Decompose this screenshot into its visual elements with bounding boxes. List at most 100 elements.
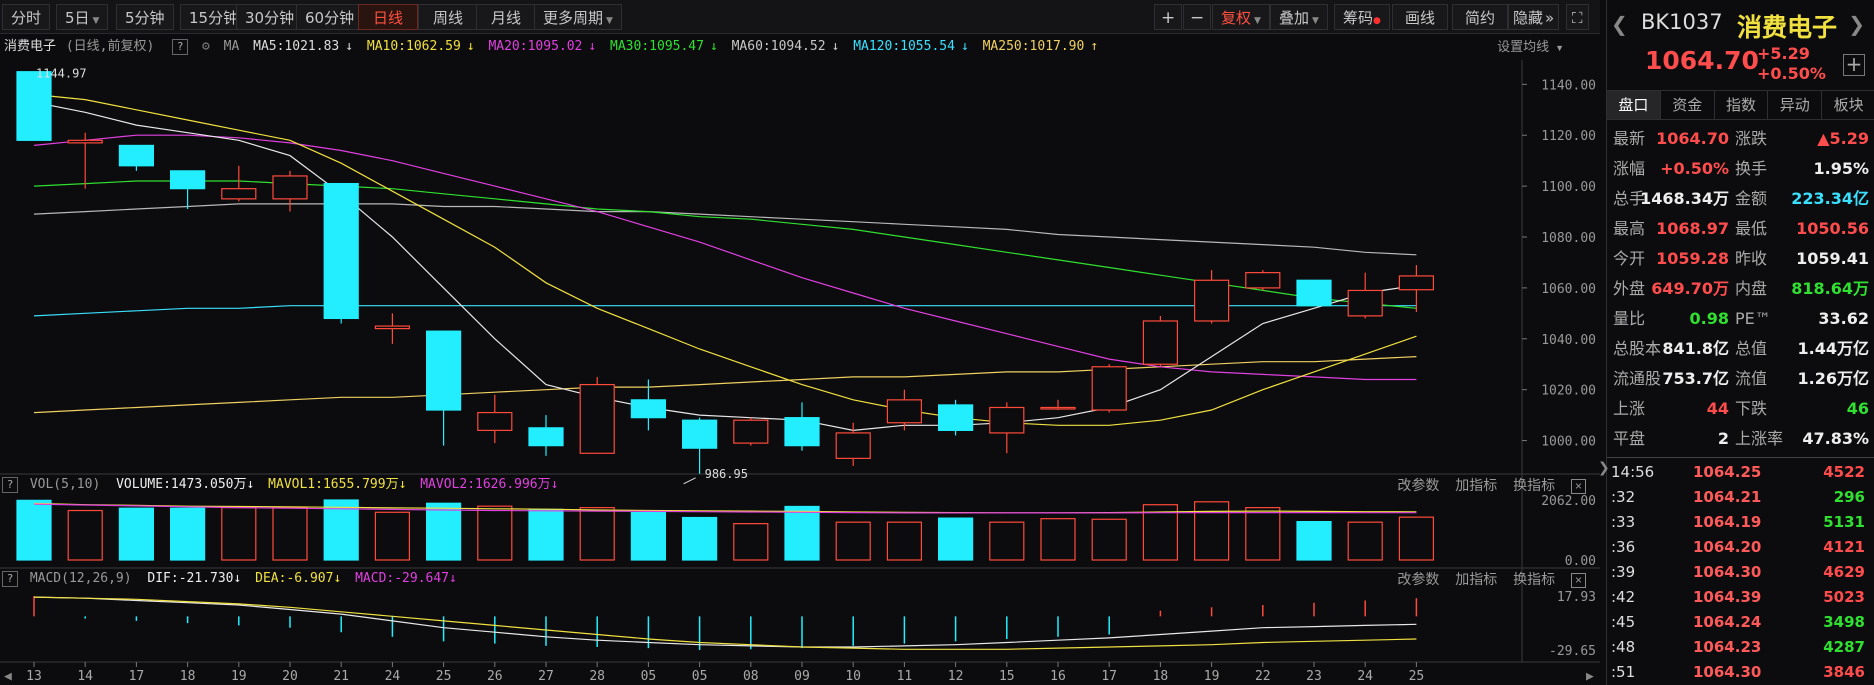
macd-tick-label: -29.65 <box>1549 644 1596 659</box>
help-icon[interactable]: ? <box>2 571 18 587</box>
ma10-line <box>33 93 1417 426</box>
quote-value: 0.98 <box>1689 309 1729 328</box>
ma-settings-button[interactable]: 设置均线 ▼ <box>1497 34 1570 61</box>
ma30-value: MA30:1095.47 <box>610 39 704 54</box>
tick-row: :42 1064.39 5023 <box>1607 585 1874 610</box>
ma5-line <box>33 101 1417 432</box>
tab-pankou[interactable]: 盘口 <box>1607 91 1661 119</box>
arrow-down-icon: ↓ <box>466 39 475 54</box>
add-indicator-button[interactable]: 加指标 <box>1455 477 1497 493</box>
overlay-button[interactable]: 叠加 ▼ <box>1270 4 1328 30</box>
help-icon[interactable]: ? <box>172 39 189 55</box>
tab-zhishu[interactable]: 指数 <box>1715 91 1769 119</box>
macd-tick-label: 17.93 <box>1557 590 1596 605</box>
arrow-down-icon: ↓ <box>550 477 559 492</box>
candle-body <box>118 144 155 167</box>
period-5min[interactable]: 5分钟 <box>116 4 174 30</box>
period-daily[interactable]: 日线 <box>358 4 419 30</box>
tick-time: :32 <box>1611 488 1636 506</box>
add-watchlist-button[interactable]: + <box>1843 54 1865 76</box>
price-tick-label: 1060.00 <box>1541 282 1596 297</box>
candle-body <box>272 175 308 200</box>
tick-row: :45 1064.24 3498 <box>1607 610 1874 635</box>
stock-code: BK1037 <box>1641 10 1723 34</box>
candle-body <box>937 404 974 431</box>
volume-bar <box>1347 521 1383 561</box>
period-monthly[interactable]: 月线 <box>476 4 537 30</box>
period-more[interactable]: 更多周期 ▼ <box>534 4 622 30</box>
price-tick-label: 1140.00 <box>1541 78 1596 93</box>
stock-name: 消费电子 <box>1737 13 1838 42</box>
arrow-down-icon: ↓ <box>831 39 840 54</box>
quote-row: 上涨 44 下跌 46 <box>1607 394 1874 424</box>
zoom-out-button[interactable]: − <box>1183 4 1212 30</box>
volume-bar <box>1142 504 1179 561</box>
volume-bar <box>221 507 257 561</box>
close-icon[interactable]: × <box>1571 479 1586 494</box>
zoom-in-button[interactable]: + <box>1154 4 1183 30</box>
date-tick-label: 17 <box>129 669 145 684</box>
candle-body <box>681 419 718 449</box>
change-params-button[interactable]: 改参数 <box>1397 571 1439 587</box>
date-tick-label: 19 <box>1204 669 1220 684</box>
splitter-handle[interactable]: ❯ <box>1598 460 1610 490</box>
tick-price: 1064.30 <box>1693 563 1762 581</box>
quote-label: 内盘 <box>1735 279 1768 298</box>
add-indicator-button[interactable]: 加指标 <box>1455 571 1497 587</box>
draw-line-button[interactable]: 画线 <box>1392 4 1449 30</box>
tick-qty: 5131 <box>1823 513 1865 531</box>
period-60min[interactable]: 60分钟 <box>296 4 364 30</box>
chevron-right-icon[interactable]: ❯ <box>1848 12 1865 36</box>
period-weekly[interactable]: 周线 <box>418 4 479 30</box>
switch-indicator-button[interactable]: 换指标 <box>1513 477 1555 493</box>
divider <box>1607 457 1874 458</box>
tick-time: :42 <box>1611 588 1636 606</box>
help-icon[interactable]: ? <box>2 477 18 493</box>
date-tick-label: 28 <box>589 669 605 684</box>
volume-bar <box>1296 520 1332 561</box>
date-tick-label: 18 <box>180 669 196 684</box>
tick-time: 14:56 <box>1611 463 1655 481</box>
chevron-left-icon[interactable]: ❮ <box>1611 12 1628 36</box>
gear-icon[interactable]: ⚙ <box>202 39 210 54</box>
quote-value: 841.8亿 <box>1662 339 1729 358</box>
ma20-line <box>33 134 1417 381</box>
chevron-down-icon: ▼ <box>1254 16 1261 26</box>
close-icon[interactable]: × <box>1571 573 1586 588</box>
period-5day[interactable]: 5日 ▼ <box>56 4 109 30</box>
switch-indicator-button[interactable]: 换指标 <box>1513 571 1555 587</box>
period-fenshi[interactable]: 分时 <box>2 4 51 30</box>
quote-label: 最新 <box>1613 129 1646 148</box>
arrow-up-icon: ↑ <box>1090 39 1099 54</box>
tick-row: :51 1064.30 3846 <box>1607 660 1874 685</box>
ma-settings-label: 设置均线 <box>1497 39 1550 54</box>
period-30min[interactable]: 30分钟 <box>236 4 304 30</box>
date-tick-label: 24 <box>385 669 401 684</box>
hide-button[interactable]: 隐藏» <box>1508 4 1560 30</box>
date-tick-label: 16 <box>1050 669 1066 684</box>
chips-button[interactable]: 筹码● <box>1334 4 1390 30</box>
date-tick-label: 10 <box>845 669 861 684</box>
volume-bar <box>1193 501 1230 561</box>
candle-body <box>1296 279 1332 307</box>
tick-time: :51 <box>1611 663 1636 681</box>
volume-bar <box>579 507 615 561</box>
tab-bankuai[interactable]: 板块 <box>1822 91 1874 119</box>
date-tick-label: 05 <box>692 669 708 684</box>
tick-row: :33 1064.19 5131 <box>1607 510 1874 535</box>
quote-label: PE™ <box>1735 309 1771 328</box>
candle-body <box>1142 320 1179 365</box>
date-tick-label: 21 <box>333 669 349 684</box>
candle-body <box>1398 275 1435 291</box>
mavol2-line <box>33 503 1417 514</box>
fullscreen-icon[interactable]: ⛶ <box>1566 4 1589 30</box>
tab-zijin[interactable]: 资金 <box>1661 91 1715 119</box>
volume-bar <box>16 499 52 561</box>
tick-qty: 3498 <box>1823 613 1865 631</box>
fuquan-button[interactable]: 复权 ▼ <box>1212 4 1270 30</box>
change-params-button[interactable]: 改参数 <box>1397 477 1439 493</box>
scroll-left-icon: ◀ <box>4 669 12 684</box>
arrow-down-icon: ↓ <box>246 477 255 492</box>
tab-yidong[interactable]: 异动 <box>1768 91 1823 119</box>
simple-button[interactable]: 简约 <box>1452 4 1509 30</box>
